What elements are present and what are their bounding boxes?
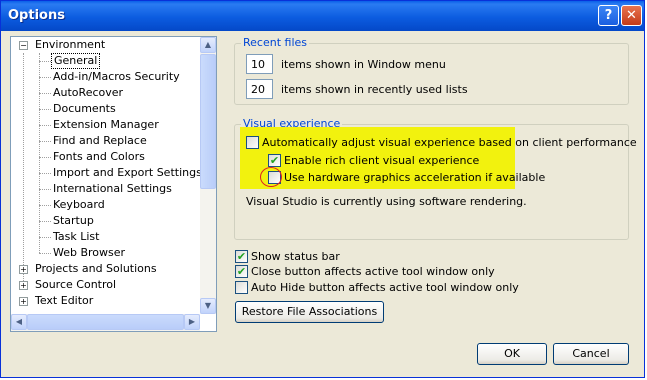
- title-bar[interactable]: Options ? ✕: [1, 1, 644, 31]
- close-button-active-label: Close button affects active tool window …: [251, 265, 495, 278]
- tree-label: Source Control: [35, 278, 117, 291]
- collapse-icon[interactable]: −: [19, 41, 28, 50]
- tree-label: AutoRecover: [53, 86, 124, 99]
- tree-horizontal-scrollbar[interactable]: ◀ ▶: [11, 314, 200, 331]
- options-dialog: Options ? ✕ − Environment General Add-in…: [0, 0, 645, 378]
- autohide-active-label: Auto Hide button affects active tool win…: [251, 281, 519, 294]
- autohide-active-checkbox[interactable]: [235, 281, 248, 294]
- auto-adjust-label: Automatically adjust visual experience b…: [262, 136, 637, 149]
- close-button-active-checkbox[interactable]: ✔: [235, 265, 248, 278]
- scroll-right-icon[interactable]: ▶: [184, 314, 200, 330]
- expand-icon[interactable]: +: [19, 265, 28, 274]
- tree-vertical-scrollbar[interactable]: ▲ ▼: [200, 37, 216, 314]
- recent-lists-count-input[interactable]: 20: [246, 79, 273, 99]
- scroll-up-icon[interactable]: ▲: [200, 37, 216, 53]
- tree-label: Text Editor: [35, 294, 94, 307]
- rich-client-label: Enable rich client visual experience: [284, 154, 480, 167]
- tree-label: Fonts and Colors: [53, 150, 145, 163]
- rich-client-checkbox[interactable]: ✔: [268, 154, 281, 167]
- tree-label: Web Browser: [53, 246, 126, 259]
- recent-lists-count-label: items shown in recently used lists: [281, 83, 468, 96]
- options-tree[interactable]: − Environment General Add-in/Macros Secu…: [10, 36, 217, 332]
- auto-adjust-checkbox[interactable]: [246, 136, 259, 149]
- tree-label: Find and Replace: [53, 134, 147, 147]
- scroll-thumb[interactable]: [27, 314, 184, 330]
- rendering-status-text: Visual Studio is currently using softwar…: [246, 195, 527, 208]
- restore-file-associations-button[interactable]: Restore File Associations: [235, 301, 384, 323]
- hardware-acceleration-label: Use hardware graphics acceleration if av…: [284, 171, 546, 184]
- scroll-left-icon[interactable]: ◀: [11, 314, 27, 330]
- expand-icon[interactable]: +: [19, 281, 28, 290]
- tree-label: Extension Manager: [53, 118, 159, 131]
- expand-icon[interactable]: +: [19, 297, 28, 306]
- tree-label: Import and Export Settings: [53, 166, 202, 179]
- recent-files-title: Recent files: [241, 36, 309, 49]
- window-title: Options: [8, 8, 65, 23]
- ok-button[interactable]: OK: [477, 343, 547, 365]
- tree-label: General: [51, 53, 101, 69]
- window-menu-count-input[interactable]: 10: [246, 54, 273, 74]
- show-status-bar-label: Show status bar: [251, 250, 340, 263]
- tree-label: Add-in/Macros Security: [53, 70, 180, 83]
- tree-label: Documents: [53, 102, 116, 115]
- close-button[interactable]: ✕: [621, 5, 642, 26]
- help-button[interactable]: ?: [598, 5, 619, 26]
- show-status-bar-checkbox[interactable]: ✔: [235, 250, 248, 263]
- tree-label: Keyboard: [53, 198, 105, 211]
- window-menu-count-label: items shown in Window menu: [281, 58, 446, 71]
- scroll-down-icon[interactable]: ▼: [200, 298, 216, 314]
- tree-label: International Settings: [53, 182, 172, 195]
- tree-label: Task List: [53, 230, 100, 243]
- annotation-circle: [260, 167, 282, 187]
- tree-label: Projects and Solutions: [35, 262, 157, 275]
- tree-label: Environment: [35, 38, 106, 51]
- scroll-thumb[interactable]: [200, 54, 216, 189]
- cancel-button[interactable]: Cancel: [553, 343, 629, 365]
- tree-label: Startup: [53, 214, 94, 227]
